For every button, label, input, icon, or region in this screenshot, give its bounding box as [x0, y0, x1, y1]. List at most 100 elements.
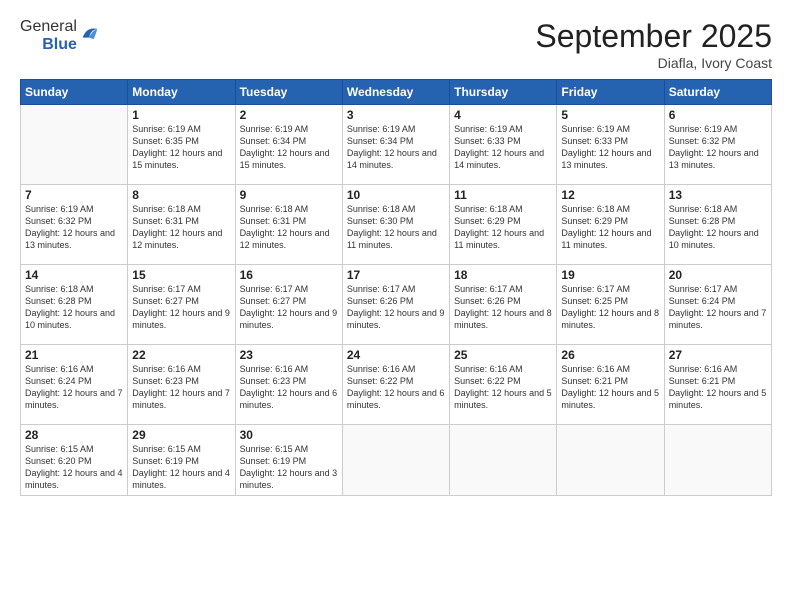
- calendar-header-row: SundayMondayTuesdayWednesdayThursdayFrid…: [21, 80, 772, 105]
- day-info: Sunrise: 6:16 AM Sunset: 6:21 PM Dayligh…: [669, 363, 767, 412]
- day-info: Sunrise: 6:18 AM Sunset: 6:31 PM Dayligh…: [132, 203, 230, 252]
- calendar-cell: 6Sunrise: 6:19 AM Sunset: 6:32 PM Daylig…: [664, 105, 771, 185]
- day-number: 15: [132, 268, 230, 282]
- calendar-cell: 23Sunrise: 6:16 AM Sunset: 6:23 PM Dayli…: [235, 345, 342, 425]
- day-number: 10: [347, 188, 445, 202]
- calendar-cell: 8Sunrise: 6:18 AM Sunset: 6:31 PM Daylig…: [128, 185, 235, 265]
- weekday-header-wednesday: Wednesday: [342, 80, 449, 105]
- day-number: 23: [240, 348, 338, 362]
- calendar-cell: 12Sunrise: 6:18 AM Sunset: 6:29 PM Dayli…: [557, 185, 664, 265]
- day-info: Sunrise: 6:16 AM Sunset: 6:22 PM Dayligh…: [347, 363, 445, 412]
- day-number: 24: [347, 348, 445, 362]
- day-number: 26: [561, 348, 659, 362]
- day-number: 16: [240, 268, 338, 282]
- calendar-cell: [21, 105, 128, 185]
- calendar-cell: 25Sunrise: 6:16 AM Sunset: 6:22 PM Dayli…: [450, 345, 557, 425]
- day-info: Sunrise: 6:17 AM Sunset: 6:26 PM Dayligh…: [454, 283, 552, 332]
- day-info: Sunrise: 6:19 AM Sunset: 6:33 PM Dayligh…: [454, 123, 552, 172]
- day-number: 25: [454, 348, 552, 362]
- calendar-cell: 15Sunrise: 6:17 AM Sunset: 6:27 PM Dayli…: [128, 265, 235, 345]
- calendar-week-row: 7Sunrise: 6:19 AM Sunset: 6:32 PM Daylig…: [21, 185, 772, 265]
- calendar-cell: 5Sunrise: 6:19 AM Sunset: 6:33 PM Daylig…: [557, 105, 664, 185]
- day-number: 28: [25, 428, 123, 442]
- calendar-cell: 17Sunrise: 6:17 AM Sunset: 6:26 PM Dayli…: [342, 265, 449, 345]
- location-subtitle: Diafla, Ivory Coast: [535, 55, 772, 71]
- day-info: Sunrise: 6:16 AM Sunset: 6:24 PM Dayligh…: [25, 363, 123, 412]
- calendar-cell: 21Sunrise: 6:16 AM Sunset: 6:24 PM Dayli…: [21, 345, 128, 425]
- day-number: 6: [669, 108, 767, 122]
- day-info: Sunrise: 6:16 AM Sunset: 6:22 PM Dayligh…: [454, 363, 552, 412]
- calendar: SundayMondayTuesdayWednesdayThursdayFrid…: [20, 79, 772, 496]
- day-number: 4: [454, 108, 552, 122]
- day-info: Sunrise: 6:16 AM Sunset: 6:23 PM Dayligh…: [240, 363, 338, 412]
- day-info: Sunrise: 6:17 AM Sunset: 6:24 PM Dayligh…: [669, 283, 767, 332]
- day-number: 18: [454, 268, 552, 282]
- logo: General Blue: [20, 18, 101, 54]
- day-info: Sunrise: 6:19 AM Sunset: 6:32 PM Dayligh…: [25, 203, 123, 252]
- calendar-cell: 22Sunrise: 6:16 AM Sunset: 6:23 PM Dayli…: [128, 345, 235, 425]
- day-number: 21: [25, 348, 123, 362]
- day-info: Sunrise: 6:17 AM Sunset: 6:25 PM Dayligh…: [561, 283, 659, 332]
- calendar-cell: 2Sunrise: 6:19 AM Sunset: 6:34 PM Daylig…: [235, 105, 342, 185]
- title-block: September 2025 Diafla, Ivory Coast: [535, 18, 772, 71]
- calendar-cell: 29Sunrise: 6:15 AM Sunset: 6:19 PM Dayli…: [128, 425, 235, 496]
- day-info: Sunrise: 6:17 AM Sunset: 6:27 PM Dayligh…: [132, 283, 230, 332]
- day-info: Sunrise: 6:15 AM Sunset: 6:19 PM Dayligh…: [132, 443, 230, 492]
- day-info: Sunrise: 6:18 AM Sunset: 6:30 PM Dayligh…: [347, 203, 445, 252]
- day-info: Sunrise: 6:18 AM Sunset: 6:29 PM Dayligh…: [561, 203, 659, 252]
- calendar-week-row: 28Sunrise: 6:15 AM Sunset: 6:20 PM Dayli…: [21, 425, 772, 496]
- calendar-cell: [450, 425, 557, 496]
- day-number: 27: [669, 348, 767, 362]
- day-number: 8: [132, 188, 230, 202]
- calendar-cell: 1Sunrise: 6:19 AM Sunset: 6:35 PM Daylig…: [128, 105, 235, 185]
- day-info: Sunrise: 6:18 AM Sunset: 6:28 PM Dayligh…: [669, 203, 767, 252]
- calendar-cell: 9Sunrise: 6:18 AM Sunset: 6:31 PM Daylig…: [235, 185, 342, 265]
- calendar-cell: 16Sunrise: 6:17 AM Sunset: 6:27 PM Dayli…: [235, 265, 342, 345]
- weekday-header-thursday: Thursday: [450, 80, 557, 105]
- calendar-week-row: 21Sunrise: 6:16 AM Sunset: 6:24 PM Dayli…: [21, 345, 772, 425]
- day-number: 7: [25, 188, 123, 202]
- calendar-week-row: 14Sunrise: 6:18 AM Sunset: 6:28 PM Dayli…: [21, 265, 772, 345]
- calendar-cell: 7Sunrise: 6:19 AM Sunset: 6:32 PM Daylig…: [21, 185, 128, 265]
- calendar-cell: 28Sunrise: 6:15 AM Sunset: 6:20 PM Dayli…: [21, 425, 128, 496]
- weekday-header-tuesday: Tuesday: [235, 80, 342, 105]
- day-number: 20: [669, 268, 767, 282]
- month-title: September 2025: [535, 18, 772, 55]
- day-info: Sunrise: 6:18 AM Sunset: 6:29 PM Dayligh…: [454, 203, 552, 252]
- day-number: 5: [561, 108, 659, 122]
- day-info: Sunrise: 6:19 AM Sunset: 6:35 PM Dayligh…: [132, 123, 230, 172]
- weekday-header-saturday: Saturday: [664, 80, 771, 105]
- weekday-header-sunday: Sunday: [21, 80, 128, 105]
- day-number: 13: [669, 188, 767, 202]
- page: General Blue September 2025 Diafla, Ivor…: [0, 0, 792, 612]
- day-info: Sunrise: 6:18 AM Sunset: 6:31 PM Dayligh…: [240, 203, 338, 252]
- weekday-header-friday: Friday: [557, 80, 664, 105]
- calendar-cell: 4Sunrise: 6:19 AM Sunset: 6:33 PM Daylig…: [450, 105, 557, 185]
- weekday-header-monday: Monday: [128, 80, 235, 105]
- day-info: Sunrise: 6:19 AM Sunset: 6:34 PM Dayligh…: [347, 123, 445, 172]
- calendar-cell: 26Sunrise: 6:16 AM Sunset: 6:21 PM Dayli…: [557, 345, 664, 425]
- day-number: 3: [347, 108, 445, 122]
- calendar-cell: 20Sunrise: 6:17 AM Sunset: 6:24 PM Dayli…: [664, 265, 771, 345]
- day-number: 29: [132, 428, 230, 442]
- day-info: Sunrise: 6:17 AM Sunset: 6:26 PM Dayligh…: [347, 283, 445, 332]
- logo-general-text: General: [20, 18, 77, 36]
- day-info: Sunrise: 6:19 AM Sunset: 6:33 PM Dayligh…: [561, 123, 659, 172]
- day-number: 1: [132, 108, 230, 122]
- day-info: Sunrise: 6:16 AM Sunset: 6:21 PM Dayligh…: [561, 363, 659, 412]
- day-number: 11: [454, 188, 552, 202]
- calendar-cell: 19Sunrise: 6:17 AM Sunset: 6:25 PM Dayli…: [557, 265, 664, 345]
- calendar-cell: [664, 425, 771, 496]
- day-info: Sunrise: 6:19 AM Sunset: 6:34 PM Dayligh…: [240, 123, 338, 172]
- logo-icon: [79, 23, 101, 45]
- day-info: Sunrise: 6:18 AM Sunset: 6:28 PM Dayligh…: [25, 283, 123, 332]
- day-info: Sunrise: 6:17 AM Sunset: 6:27 PM Dayligh…: [240, 283, 338, 332]
- day-number: 14: [25, 268, 123, 282]
- header: General Blue September 2025 Diafla, Ivor…: [20, 18, 772, 71]
- day-info: Sunrise: 6:15 AM Sunset: 6:19 PM Dayligh…: [240, 443, 338, 492]
- day-info: Sunrise: 6:19 AM Sunset: 6:32 PM Dayligh…: [669, 123, 767, 172]
- calendar-cell: 24Sunrise: 6:16 AM Sunset: 6:22 PM Dayli…: [342, 345, 449, 425]
- calendar-cell: 11Sunrise: 6:18 AM Sunset: 6:29 PM Dayli…: [450, 185, 557, 265]
- calendar-cell: 27Sunrise: 6:16 AM Sunset: 6:21 PM Dayli…: [664, 345, 771, 425]
- day-info: Sunrise: 6:16 AM Sunset: 6:23 PM Dayligh…: [132, 363, 230, 412]
